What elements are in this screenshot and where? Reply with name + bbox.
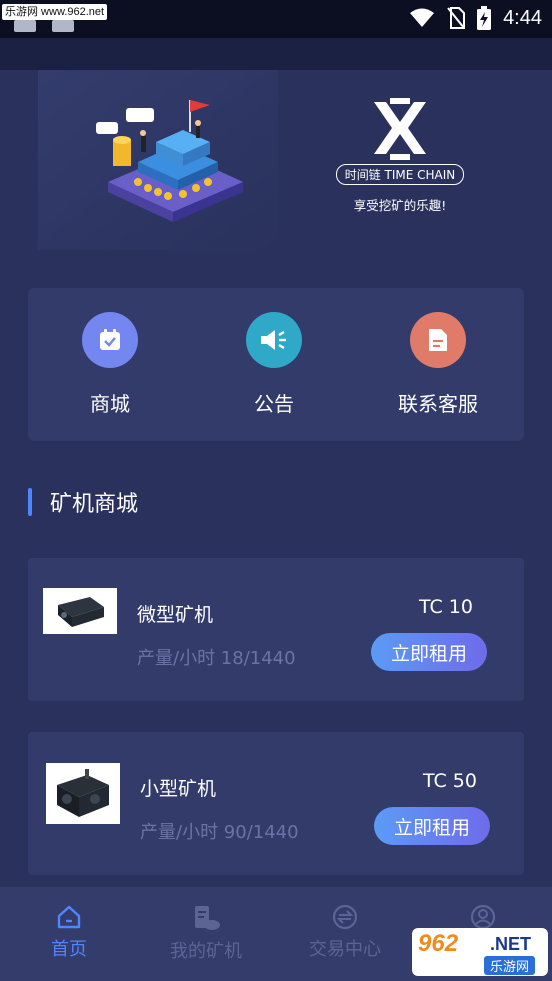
user-icon [470, 904, 496, 930]
banner[interactable]: 时间链 TIME CHAIN 享受挖矿的乐趣! [0, 70, 552, 270]
product-image [43, 588, 117, 634]
exchange-icon [332, 904, 358, 930]
quick-nav-mall[interactable]: 商城 [40, 312, 180, 417]
brand-pill: 时间链 TIME CHAIN [335, 164, 465, 185]
product-card[interactable]: 小型矿机 产量/小时 90/1440 TC 50 立即租用 [28, 732, 524, 875]
notification-icon [14, 20, 36, 32]
product-rate: 产量/小时 18/1440 [137, 648, 296, 669]
watermark-number: 962 [418, 930, 459, 957]
tab-exchange[interactable]: 交易中心 [290, 903, 400, 961]
speaker-icon [246, 312, 302, 368]
notification-icon [52, 20, 74, 32]
battery-charging-icon [477, 6, 492, 30]
product-price: TC 50 [423, 770, 477, 792]
section-accent-bar [28, 488, 32, 516]
rent-button[interactable]: 立即租用 [371, 633, 487, 671]
tab-label: 首页 [51, 939, 87, 960]
hourglass-logo-icon [374, 98, 426, 160]
quick-nav-label: 联系客服 [398, 392, 478, 416]
machine-icon [195, 906, 220, 930]
product-price: TC 10 [419, 596, 473, 618]
watermark-logo: 962 .NET 乐游网 [412, 928, 548, 976]
status-bar: 乐游网 www.962.net 4:44 [0, 0, 552, 38]
tab-label: 交易中心 [309, 939, 381, 960]
home-icon [57, 905, 81, 929]
product-image [46, 763, 120, 824]
tab-home[interactable]: 首页 [14, 903, 124, 961]
watermark-net: .NET [490, 934, 532, 954]
watermark-top: 乐游网 www.962.net [2, 4, 108, 20]
quick-nav-label: 公告 [254, 392, 294, 416]
calendar-check-icon [82, 312, 138, 368]
no-sim-icon [447, 7, 466, 29]
notification-icons [14, 20, 74, 32]
document-icon [410, 312, 466, 368]
product-card[interactable]: 微型矿机 产量/小时 18/1440 TC 10 立即租用 [28, 558, 524, 701]
brand-slogan: 享受挖矿的乐趣! [353, 198, 447, 213]
header-band [0, 38, 552, 70]
section-title: 矿机商城 [50, 492, 139, 517]
section-header: 矿机商城 [28, 486, 138, 518]
product-rate: 产量/小时 90/1440 [140, 822, 299, 843]
product-name: 微型矿机 [137, 604, 214, 626]
brand: 时间链 TIME CHAIN 享受挖矿的乐趣! [320, 98, 480, 214]
wifi-icon [410, 8, 435, 27]
quick-nav-label: 商城 [90, 392, 130, 416]
clock: 4:44 [503, 6, 542, 29]
quick-nav-support[interactable]: 联系客服 [368, 312, 508, 417]
quick-nav-announcement[interactable]: 公告 [204, 312, 344, 417]
mining-illustration [38, 70, 278, 250]
tab-my-machines[interactable]: 我的矿机 [151, 903, 261, 963]
watermark-text: 乐游网 [484, 956, 536, 975]
status-indicators: 4:44 [409, 6, 542, 30]
rent-button[interactable]: 立即租用 [374, 807, 490, 845]
product-name: 小型矿机 [140, 778, 217, 800]
quick-nav: 商城 公告 联系客服 [28, 288, 524, 441]
tab-label: 我的矿机 [170, 941, 242, 962]
